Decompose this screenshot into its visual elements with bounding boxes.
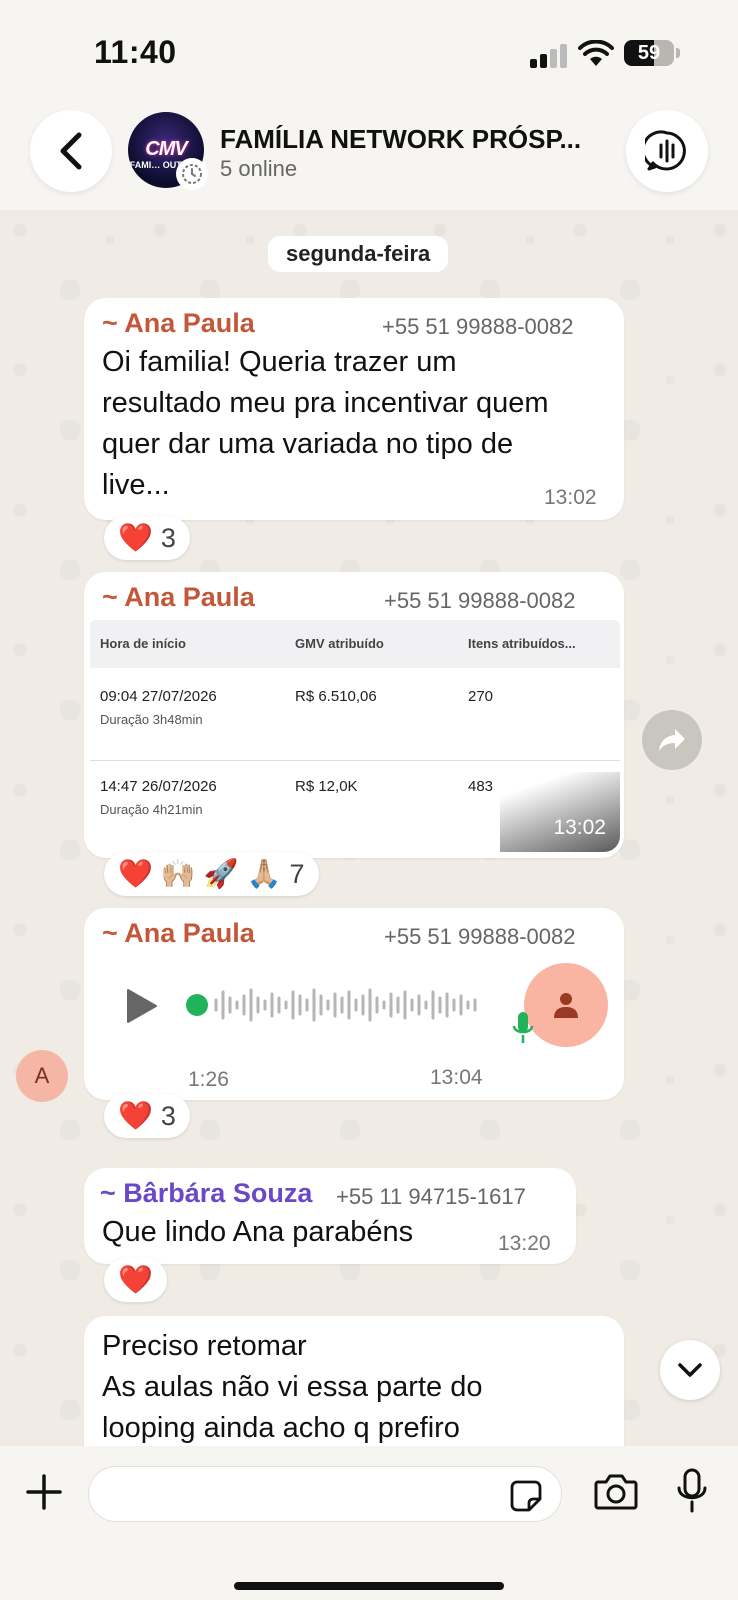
table-header-cell: GMV atribuído bbox=[295, 636, 384, 651]
status-bar: 11:40 59 bbox=[0, 0, 738, 100]
table-cell: 483 bbox=[468, 778, 494, 795]
audio-waveform[interactable] bbox=[212, 986, 482, 1024]
plus-icon[interactable] bbox=[24, 1472, 64, 1512]
forward-arrow-icon bbox=[659, 729, 685, 751]
table-cell: 09:04 27/07/2026 bbox=[100, 688, 217, 705]
chat-header: CMV FAMI… OUTLE… FAMÍLIA NETWORK PRÓSP..… bbox=[0, 100, 738, 210]
sender-phone: +55 51 99888-0082 bbox=[382, 314, 574, 339]
sender-name[interactable]: ~ Ana Paula bbox=[102, 582, 255, 613]
message-time: 13:02 bbox=[553, 816, 606, 839]
sender-name[interactable]: ~ Ana Paula bbox=[102, 308, 255, 339]
mic-indicator-icon bbox=[512, 1012, 534, 1043]
table-cell: 270 bbox=[468, 688, 494, 705]
message-line: Oi familia! Queria trazer um bbox=[102, 346, 457, 378]
message-text: Que lindo Ana parabéns bbox=[102, 1216, 414, 1248]
chevron-left-icon bbox=[60, 132, 82, 170]
message-line: As aulas não vi essa parte do bbox=[102, 1371, 483, 1403]
person-icon bbox=[554, 993, 578, 1018]
group-name[interactable]: FAMÍLIA NETWORK PRÓSP... bbox=[220, 124, 581, 155]
microphone-icon[interactable] bbox=[676, 1468, 708, 1514]
message-text: Oi familia! Queria trazer um resultado m… bbox=[102, 342, 612, 506]
voice-chat-icon bbox=[645, 130, 686, 171]
rocket-reaction-icon: 🚀 bbox=[203, 858, 239, 889]
table-header-cell: Itens atribuídos... bbox=[468, 636, 576, 651]
message-bubble[interactable]: ~ Bârbára Souza +55 11 94715-1617 Que li… bbox=[84, 1168, 576, 1264]
folded-hands-reaction-icon: 🙏🏼 bbox=[246, 858, 282, 889]
message-line: quer dar uma variada no tipo de bbox=[102, 428, 514, 460]
group-online-status: 5 online bbox=[220, 156, 298, 181]
playback-scrubber[interactable] bbox=[186, 994, 208, 1016]
message-line: live... bbox=[102, 469, 170, 501]
reaction-summary[interactable]: ❤️ 🙌🏼 🚀 🙏🏼 7 bbox=[104, 852, 319, 896]
image-shade bbox=[500, 772, 620, 852]
home-indicator bbox=[234, 1582, 504, 1590]
message-time: 13:02 bbox=[544, 486, 597, 509]
message-input-container[interactable] bbox=[88, 1466, 562, 1522]
battery-icon: 59 bbox=[624, 40, 674, 66]
message-input[interactable] bbox=[109, 1477, 489, 1513]
back-button[interactable] bbox=[30, 110, 112, 192]
battery-tip bbox=[676, 48, 680, 58]
table-divider bbox=[90, 760, 620, 761]
play-icon[interactable] bbox=[124, 988, 160, 1024]
voice-duration: 1:26 bbox=[188, 1068, 229, 1091]
reaction-summary[interactable]: ❤️ 3 bbox=[104, 516, 190, 560]
message-line: looping ainda acho q prefiro bbox=[102, 1412, 460, 1444]
reaction-count: 3 bbox=[160, 522, 176, 553]
sender-phone: +55 51 99888-0082 bbox=[384, 588, 576, 613]
date-divider: segunda-feira bbox=[268, 236, 449, 272]
heart-reaction-icon: ❤️ bbox=[118, 1264, 153, 1295]
message-text: Preciso retomar As aulas não vi essa par… bbox=[102, 1326, 612, 1449]
heart-reaction-icon: ❤️ bbox=[118, 522, 153, 553]
reaction-count: 3 bbox=[160, 1100, 176, 1131]
clock: 11:40 bbox=[94, 34, 177, 70]
sender-name[interactable]: ~ Bârbára Souza bbox=[100, 1178, 312, 1209]
reaction-summary[interactable]: ❤️ bbox=[104, 1258, 167, 1302]
sticker-icon[interactable] bbox=[509, 1479, 543, 1513]
table-cell: R$ 6.510,06 bbox=[295, 688, 377, 705]
sender-phone: +55 11 94715-1617 bbox=[336, 1184, 526, 1209]
cellular-signal-icon bbox=[530, 44, 567, 68]
forward-button[interactable] bbox=[642, 710, 702, 770]
scroll-to-bottom-button[interactable] bbox=[660, 1340, 720, 1400]
voice-sender-avatar bbox=[524, 963, 608, 1047]
table-cell: R$ 12,0K bbox=[295, 778, 358, 795]
chevron-down-icon bbox=[678, 1363, 702, 1377]
voice-chat-button[interactable] bbox=[626, 110, 708, 192]
heart-reaction-icon: ❤️ bbox=[118, 858, 153, 889]
message-time: 13:20 bbox=[498, 1232, 551, 1255]
table-cell: Duração 3h48min bbox=[100, 712, 203, 727]
reaction-summary[interactable]: ❤️ 3 bbox=[104, 1094, 190, 1138]
table-header-row: Hora de início GMV atribuído Itens atrib… bbox=[90, 620, 620, 668]
message-line: resultado meu pra incentivar quem bbox=[102, 387, 549, 419]
sender-phone: +55 51 99888-0082 bbox=[384, 924, 576, 949]
sender-avatar[interactable]: A bbox=[16, 1050, 68, 1102]
message-time: 13:04 bbox=[430, 1066, 483, 1089]
message-composer bbox=[0, 1446, 738, 1600]
timer-icon bbox=[176, 158, 208, 190]
battery-level: 59 bbox=[637, 42, 661, 64]
reaction-count: 7 bbox=[289, 858, 305, 889]
table-header-cell: Hora de início bbox=[100, 636, 186, 651]
image-attachment[interactable]: Hora de início GMV atribuído Itens atrib… bbox=[90, 620, 620, 852]
heart-reaction-icon: ❤️ bbox=[118, 1100, 153, 1131]
sender-name[interactable]: ~ Ana Paula bbox=[102, 918, 255, 949]
raised-hands-reaction-icon: 🙌🏼 bbox=[160, 858, 196, 889]
wifi-icon bbox=[578, 40, 614, 66]
table-cell: Duração 4h21min bbox=[100, 802, 203, 817]
table-cell: 14:47 26/07/2026 bbox=[100, 778, 217, 795]
message-line: Preciso retomar bbox=[102, 1330, 307, 1362]
camera-icon[interactable] bbox=[594, 1472, 638, 1510]
message-bubble[interactable]: ~ Ana Paula +55 51 99888-0082 Oi familia… bbox=[84, 298, 624, 520]
